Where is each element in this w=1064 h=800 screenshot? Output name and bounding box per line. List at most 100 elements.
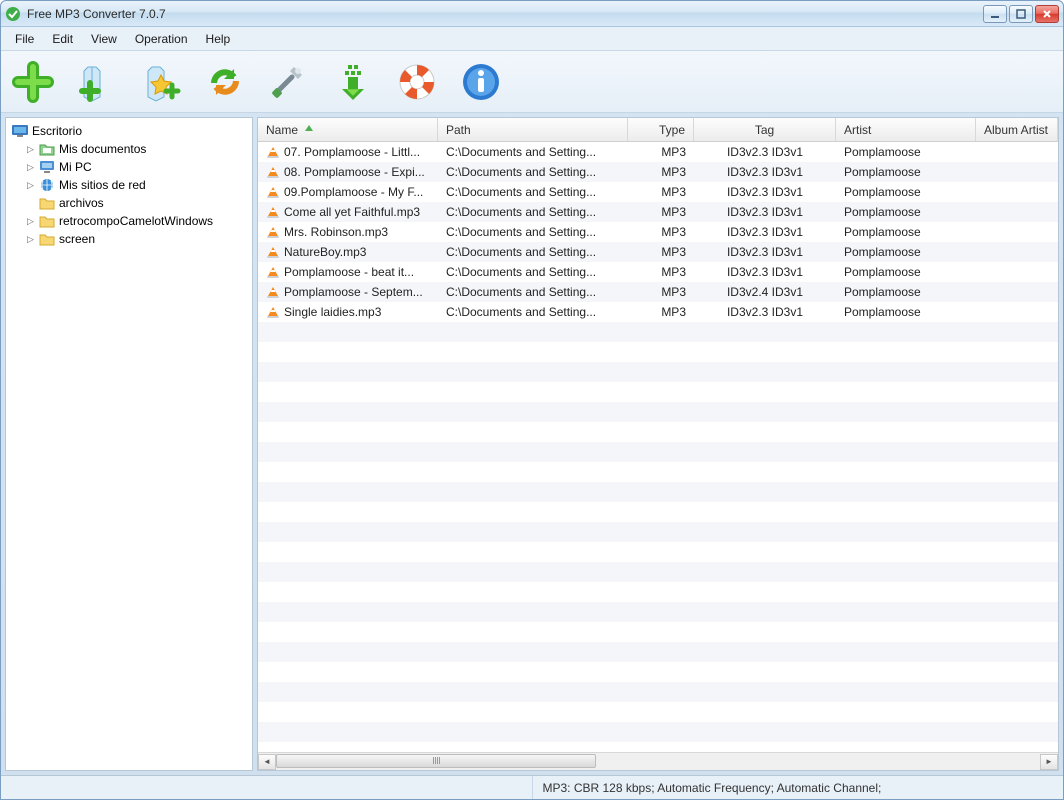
refresh-button[interactable] [201, 58, 249, 106]
table-row[interactable]: Mrs. Robinson.mp3C:\Documents and Settin… [258, 222, 1058, 242]
sort-ascending-icon [304, 123, 314, 137]
vlc-cone-icon [266, 206, 280, 218]
cell-type: MP3 [628, 245, 694, 259]
folder-tree[interactable]: Escritorio ▷Mis documentos▷Mi PC▷Mis sit… [5, 117, 253, 771]
expand-icon[interactable]: ▷ [26, 217, 35, 226]
minimize-button[interactable] [983, 5, 1007, 23]
table-row[interactable]: Pomplamoose - beat it...C:\Documents and… [258, 262, 1058, 282]
cell-tag: ID3v2.3 ID3v1 [694, 225, 836, 239]
expand-icon[interactable] [26, 199, 35, 208]
menu-help[interactable]: Help [198, 29, 239, 49]
header-album-artist[interactable]: Album Artist [976, 118, 1058, 141]
window-controls [983, 5, 1059, 23]
cell-name: Come all yet Faithful.mp3 [258, 205, 438, 219]
table-row-empty [258, 562, 1058, 582]
cell-type: MP3 [628, 265, 694, 279]
titlebar[interactable]: Free MP3 Converter 7.0.7 [1, 1, 1063, 27]
scroll-left-button[interactable]: ◄ [258, 754, 276, 770]
table-body[interactable]: 07. Pomplamoose - Littl...C:\Documents a… [258, 142, 1058, 752]
header-artist[interactable]: Artist [836, 118, 976, 141]
cell-name: 07. Pomplamoose - Littl... [258, 145, 438, 159]
cell-name: Pomplamoose - beat it... [258, 265, 438, 279]
menu-view[interactable]: View [83, 29, 125, 49]
tree-item[interactable]: archivos [10, 194, 248, 212]
favorites-button[interactable] [137, 58, 185, 106]
cell-name: 09.Pomplamoose - My F... [258, 185, 438, 199]
cell-type: MP3 [628, 225, 694, 239]
scroll-thumb[interactable] [276, 754, 596, 768]
window-title: Free MP3 Converter 7.0.7 [27, 7, 983, 21]
table-row-empty [258, 402, 1058, 422]
cell-tag: ID3v2.3 ID3v1 [694, 185, 836, 199]
expand-icon[interactable]: ▷ [26, 145, 35, 154]
table-row[interactable]: Come all yet Faithful.mp3C:\Documents an… [258, 202, 1058, 222]
tree-item[interactable]: ▷ Mi PC [10, 158, 248, 176]
scroll-right-button[interactable]: ► [1040, 754, 1058, 770]
cell-type: MP3 [628, 185, 694, 199]
expand-icon[interactable]: ▷ [26, 163, 35, 172]
cell-name: Mrs. Robinson.mp3 [258, 225, 438, 239]
cell-artist: Pomplamoose [836, 305, 976, 319]
tree-item[interactable]: ▷ retrocompoCamelotWindows [10, 212, 248, 230]
statusbar: MP3: CBR 128 kbps; Automatic Frequency; … [1, 775, 1063, 799]
tree-item-label: retrocompoCamelotWindows [59, 214, 213, 228]
header-album-artist-label: Album Artist [984, 123, 1048, 137]
table-row[interactable]: 08. Pomplamoose - Expi...C:\Documents an… [258, 162, 1058, 182]
table-row[interactable]: Pomplamoose - Septem...C:\Documents and … [258, 282, 1058, 302]
table-row[interactable]: 07. Pomplamoose - Littl...C:\Documents a… [258, 142, 1058, 162]
table-row-empty [258, 742, 1058, 752]
menu-operation[interactable]: Operation [127, 29, 196, 49]
settings-button[interactable] [265, 58, 313, 106]
folder-icon [39, 178, 55, 192]
cell-artist: Pomplamoose [836, 225, 976, 239]
cell-path: C:\Documents and Setting... [438, 145, 628, 159]
header-tag-label: Tag [755, 123, 774, 137]
header-path-label: Path [446, 123, 471, 137]
header-type-label: Type [659, 123, 685, 137]
download-button[interactable] [329, 58, 377, 106]
cell-artist: Pomplamoose [836, 265, 976, 279]
folder-icon [39, 214, 55, 228]
header-path[interactable]: Path [438, 118, 628, 141]
maximize-button[interactable] [1009, 5, 1033, 23]
app-window: Free MP3 Converter 7.0.7 File Edit View … [0, 0, 1064, 800]
vlc-cone-icon [266, 186, 280, 198]
add-file-button[interactable] [9, 58, 57, 106]
tree-item[interactable]: ▷screen [10, 230, 248, 248]
tree-item[interactable]: ▷Mis sitios de red [10, 176, 248, 194]
cell-type: MP3 [628, 205, 694, 219]
desktop-icon [12, 125, 28, 137]
header-tag[interactable]: Tag [694, 118, 836, 141]
expand-icon[interactable]: ▷ [26, 181, 35, 190]
table-row[interactable]: NatureBoy.mp3C:\Documents and Setting...… [258, 242, 1058, 262]
table-row[interactable]: 09.Pomplamoose - My F...C:\Documents and… [258, 182, 1058, 202]
toolbar [1, 51, 1063, 113]
help-life-ring-button[interactable] [393, 58, 441, 106]
menu-edit[interactable]: Edit [44, 29, 81, 49]
tree-item-label: Mi PC [59, 160, 92, 174]
cell-tag: ID3v2.3 ID3v1 [694, 205, 836, 219]
header-type[interactable]: Type [628, 118, 694, 141]
horizontal-scrollbar[interactable]: ◄ ► [258, 752, 1058, 770]
cell-type: MP3 [628, 285, 694, 299]
add-folder-button[interactable] [73, 58, 121, 106]
cell-name: 08. Pomplamoose - Expi... [258, 165, 438, 179]
vlc-cone-icon [266, 146, 280, 158]
vlc-cone-icon [266, 266, 280, 278]
menu-file[interactable]: File [7, 29, 42, 49]
table-row-empty [258, 662, 1058, 682]
table-row-empty [258, 522, 1058, 542]
file-list-panel: Name Path Type Tag Artist Album Artist 0… [257, 117, 1059, 771]
table-row[interactable]: Single laidies.mp3C:\Documents and Setti… [258, 302, 1058, 322]
tree-root-desktop[interactable]: Escritorio [10, 122, 248, 140]
table-row-empty [258, 362, 1058, 382]
close-button[interactable] [1035, 5, 1059, 23]
tree-item[interactable]: ▷Mis documentos [10, 140, 248, 158]
scroll-track[interactable] [276, 754, 1040, 770]
table-row-empty [258, 382, 1058, 402]
table-row-empty [258, 582, 1058, 602]
expand-icon[interactable]: ▷ [26, 235, 35, 244]
cell-path: C:\Documents and Setting... [438, 165, 628, 179]
header-name[interactable]: Name [258, 118, 438, 141]
about-button[interactable] [457, 58, 505, 106]
